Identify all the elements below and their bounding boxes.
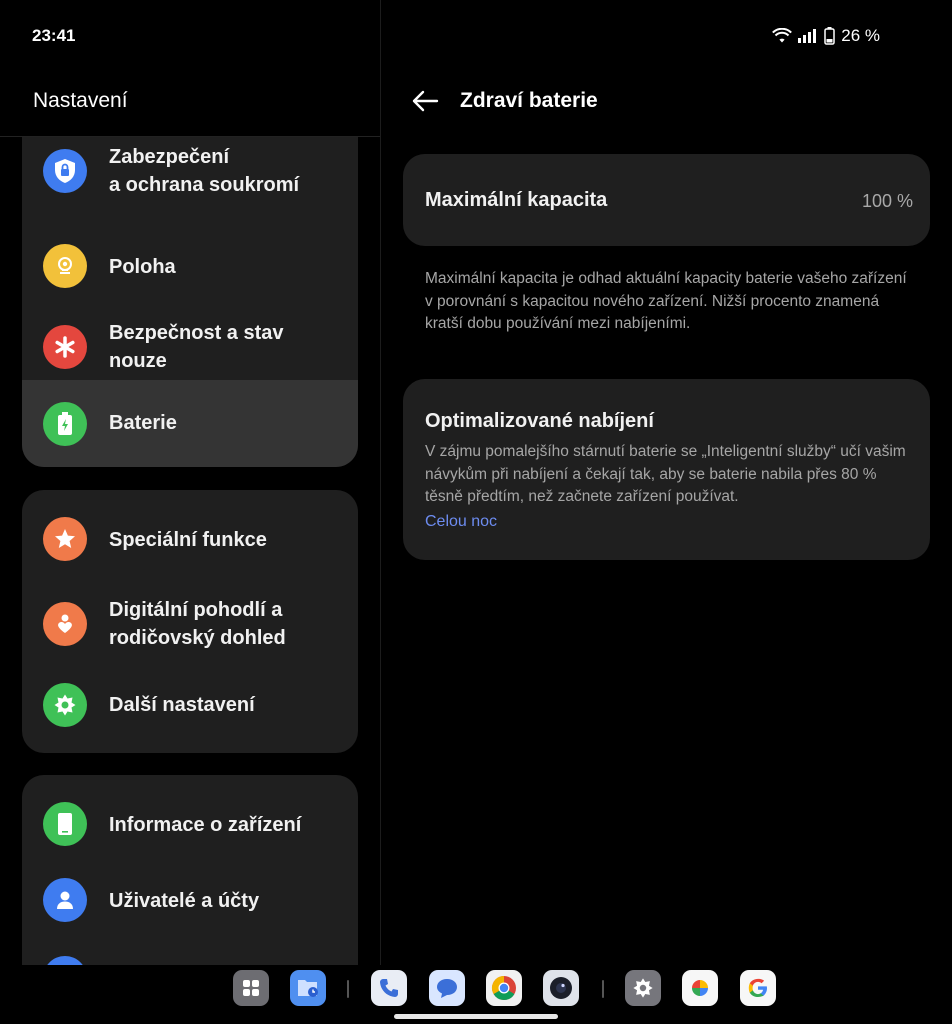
back-arrow-icon[interactable]	[410, 86, 440, 116]
settings-item-special-features[interactable]: Speciální funkce	[22, 490, 358, 586]
settings-item-label: Uživatelé a účty	[109, 890, 260, 912]
messages-app-icon[interactable]	[429, 970, 465, 1006]
settings-item-label: Zabezpečení a ochrana soukromí	[109, 146, 300, 196]
settings-title: Nastavení	[33, 89, 128, 112]
emergency-asterisk-icon	[43, 325, 87, 369]
partial-item-icon	[43, 956, 87, 965]
settings-app-icon[interactable]	[625, 970, 661, 1006]
optimized-charging-mode-link[interactable]: Celou noc	[425, 513, 497, 531]
settings-item-label: Další nastavení	[109, 694, 255, 716]
camera-app-icon[interactable]	[543, 970, 579, 1006]
settings-item-label: Bezpečnost a stav nouze	[109, 322, 284, 372]
settings-item-more-settings[interactable]: Další nastavení	[22, 670, 358, 753]
phone-app-icon[interactable]	[371, 970, 407, 1006]
settings-group-2: Speciální funkce Digitální pohodlí a rod…	[22, 490, 358, 753]
signal-icon	[798, 29, 818, 43]
file-manager-icon[interactable]	[290, 970, 326, 1006]
settings-group-1: Zabezpečení a ochrana soukromí Poloha Be…	[22, 137, 358, 467]
settings-item-location[interactable]: Poloha	[22, 215, 358, 297]
battery-charging-icon	[43, 402, 87, 446]
settings-item-label: Digitální pohodlí a rodičovský dohled	[109, 599, 286, 649]
chrome-app-icon[interactable]	[486, 970, 522, 1006]
google-app-icon[interactable]	[740, 970, 776, 1006]
taskbar-separator	[347, 980, 349, 998]
app-drawer-icon[interactable]	[233, 970, 269, 1006]
location-icon	[43, 244, 87, 288]
optimized-charging-title: Optimalizované nabíjení	[425, 410, 654, 432]
page-title: Zdraví baterie	[460, 89, 598, 112]
settings-item-label: Speciální funkce	[109, 529, 267, 551]
max-capacity-value: 100 %	[861, 191, 913, 211]
phone-device-icon	[43, 802, 87, 846]
max-capacity-card: Maximální kapacita 100 %	[403, 154, 930, 246]
battery-icon	[824, 27, 835, 45]
settings-item-label: Baterie	[109, 412, 177, 434]
person-icon	[43, 878, 87, 922]
screen: 23:41 26 % Nastavení Zabezpečení a ochra…	[0, 0, 952, 1024]
settings-item-device-info[interactable]: Informace o zařízení	[22, 775, 358, 875]
capacity-description: Maximální kapacita je odhad aktuální kap…	[425, 270, 907, 332]
optimized-charging-card[interactable]: Optimalizované nabíjení V zájmu pomalejš…	[403, 379, 930, 560]
pane-divider	[380, 0, 381, 965]
settings-list[interactable]: Zabezpečení a ochrana soukromí Poloha Be…	[0, 137, 380, 965]
wifi-icon	[772, 28, 793, 44]
settings-item-label: Informace o zařízení	[109, 814, 302, 836]
settings-item-digital-wellbeing[interactable]: Digitální pohodlí a rodičovský dohled	[22, 586, 358, 670]
status-time: 23:41	[32, 26, 76, 45]
star-icon	[43, 517, 87, 561]
shield-lock-icon	[43, 149, 87, 193]
settings-item-label: Poloha	[109, 256, 176, 278]
settings-item-users-accounts[interactable]: Uživatelé a účty	[22, 875, 358, 951]
settings-item-battery[interactable]: Baterie	[22, 380, 358, 467]
battery-percent: 26 %	[841, 26, 880, 45]
taskbar-separator	[602, 980, 604, 998]
settings-item-security[interactable]: Zabezpečení a ochrana soukromí	[22, 137, 358, 215]
settings-group-3: Informace o zařízení Uživatelé a účty	[22, 775, 358, 965]
settings-item-partial[interactable]	[22, 951, 358, 965]
max-capacity-label: Maximální kapacita	[425, 189, 608, 211]
photos-app-icon[interactable]	[682, 970, 718, 1006]
status-icons: 26 %	[772, 26, 880, 46]
home-gesture-bar[interactable]	[394, 1014, 558, 1019]
settings-item-emergency[interactable]: Bezpečnost a stav nouze	[22, 297, 358, 393]
optimized-charging-description: V zájmu pomalejšího stárnutí baterie se …	[425, 443, 906, 505]
gear-icon	[43, 683, 87, 727]
heart-person-icon	[43, 602, 87, 646]
